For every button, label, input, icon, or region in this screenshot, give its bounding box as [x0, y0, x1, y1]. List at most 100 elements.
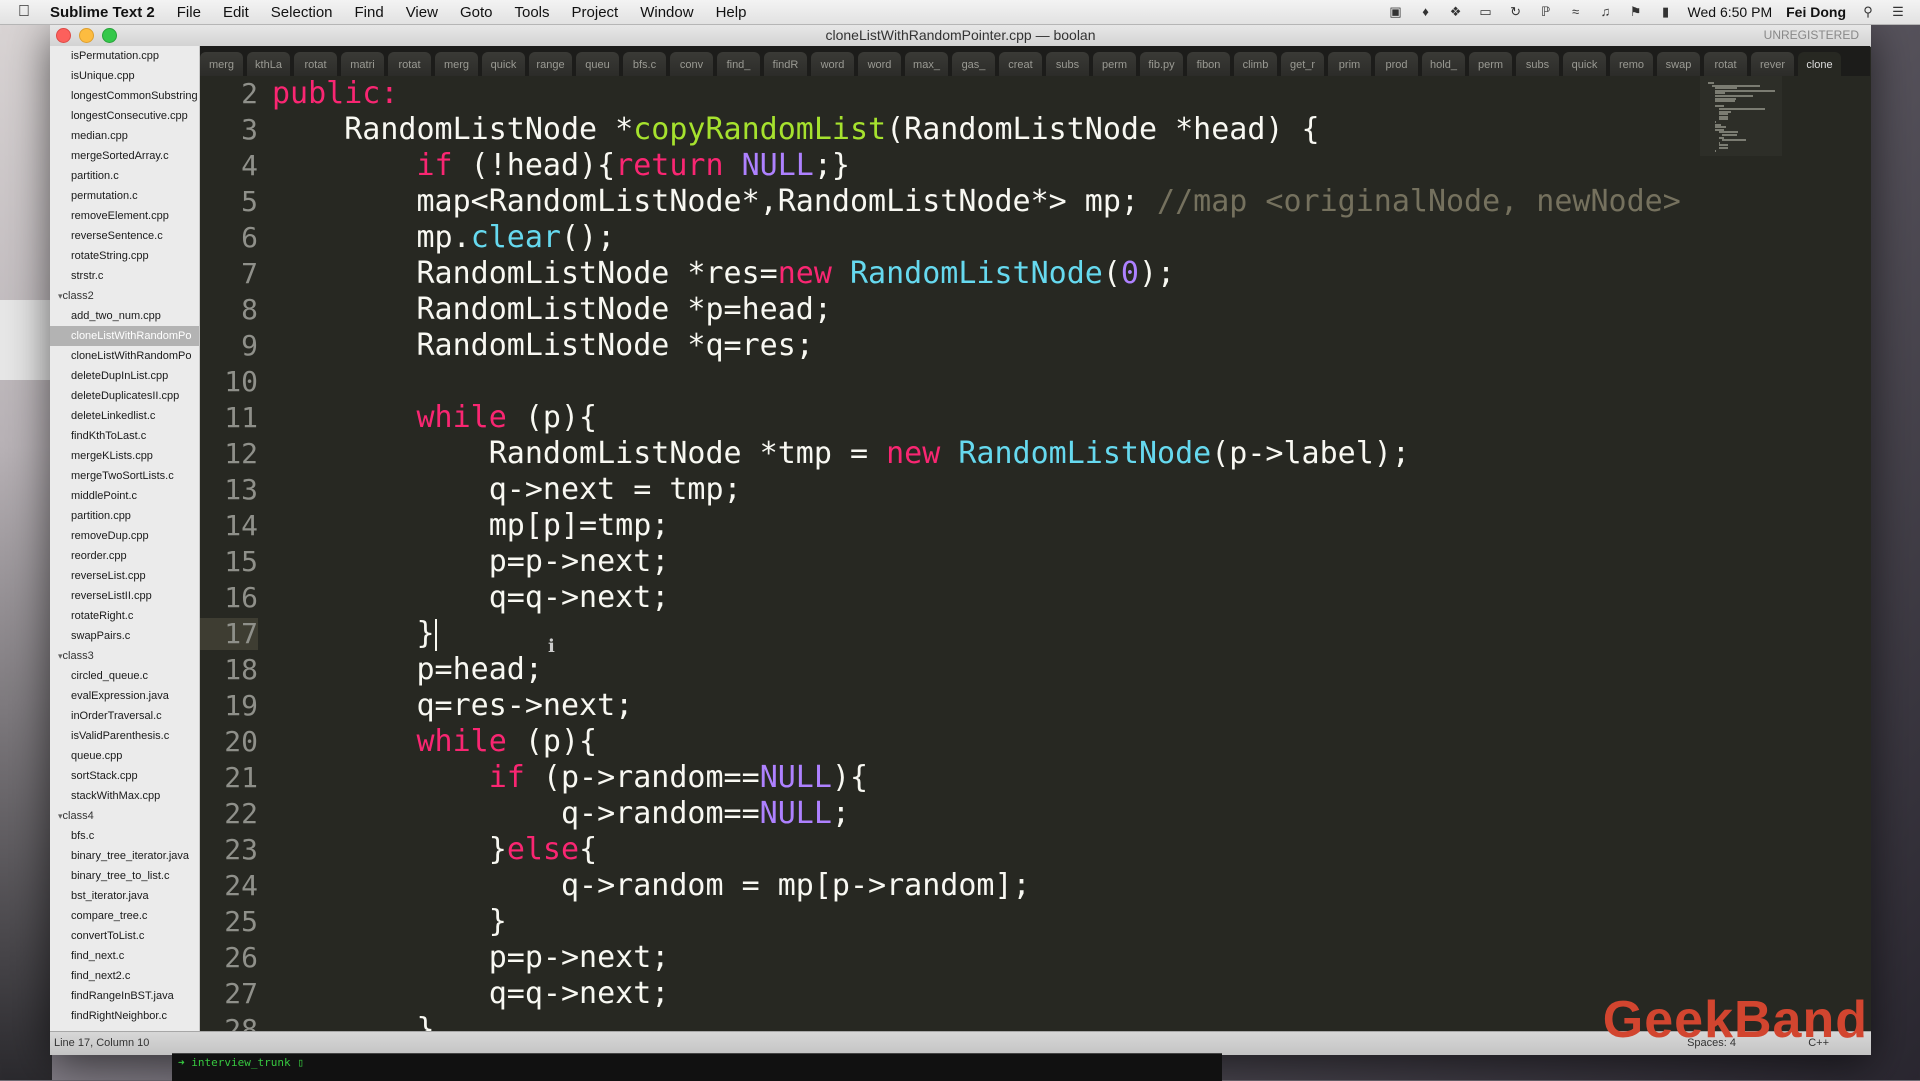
line-number[interactable]: 11: [200, 400, 258, 436]
sidebar-file[interactable]: partition.cpp: [50, 506, 199, 526]
file-tab[interactable]: prod: [1375, 52, 1418, 76]
code-line[interactable]: mp.clear();: [272, 220, 615, 256]
code-line[interactable]: RandomListNode *p=head;: [272, 292, 831, 328]
user-name[interactable]: Fei Dong: [1786, 4, 1846, 20]
code-line[interactable]: while (p){: [272, 400, 598, 436]
airplay-icon[interactable]: ▭: [1478, 5, 1494, 19]
file-tab[interactable]: rotat: [1704, 52, 1747, 76]
file-tab[interactable]: word: [858, 52, 901, 76]
sidebar-file[interactable]: isValidParenthesis.c: [50, 726, 199, 746]
sidebar-file[interactable]: partition.c: [50, 166, 199, 186]
sidebar-file[interactable]: inOrderTraversal.c: [50, 706, 199, 726]
sidebar-file[interactable]: longestCommonSubstring: [50, 86, 199, 106]
file-tab[interactable]: kthLa: [247, 52, 290, 76]
sidebar-file[interactable]: isPermutation.cpp: [50, 46, 199, 66]
sidebar-file[interactable]: permutation.c: [50, 186, 199, 206]
menu-view[interactable]: View: [406, 4, 438, 21]
line-number[interactable]: 10: [200, 364, 258, 400]
sidebar-file[interactable]: circled_queue.c: [50, 666, 199, 686]
line-number[interactable]: 21: [200, 760, 258, 796]
line-number[interactable]: 12: [200, 436, 258, 472]
menu-find[interactable]: Find: [355, 4, 384, 21]
line-number[interactable]: 6: [200, 220, 258, 256]
sidebar-file[interactable]: find_next2.c: [50, 966, 199, 986]
sidebar-file[interactable]: rotateString.cpp: [50, 246, 199, 266]
file-tab[interactable]: hold_: [1422, 52, 1465, 76]
menu-selection[interactable]: Selection: [271, 4, 333, 21]
code-line[interactable]: p=p->next;: [272, 940, 670, 976]
sidebar-folder[interactable]: class4: [50, 806, 199, 826]
sidebar-file[interactable]: findRightNeighbor.c: [50, 1006, 199, 1026]
sidebar-file[interactable]: longestConsecutive.cpp: [50, 106, 199, 126]
code-line[interactable]: RandomListNode *q=res;: [272, 328, 813, 364]
line-number[interactable]: 22: [200, 796, 258, 832]
sidebar-file[interactable]: reverseListII.cpp: [50, 586, 199, 606]
dropbox-icon[interactable]: ❖: [1448, 5, 1464, 19]
sidebar-file[interactable]: sortStack.cpp: [50, 766, 199, 786]
code-line[interactable]: RandomListNode *res=new RandomListNode(0…: [272, 256, 1175, 292]
file-tab[interactable]: queu: [576, 52, 619, 76]
code-line[interactable]: p=p->next;: [272, 544, 670, 580]
file-tab[interactable]: rotat: [294, 52, 337, 76]
line-number[interactable]: 9: [200, 328, 258, 364]
file-tab[interactable]: perm: [1469, 52, 1512, 76]
code-line[interactable]: RandomListNode *tmp = new RandomListNode…: [272, 436, 1410, 472]
sidebar-file[interactable]: bst_iterator.java: [50, 886, 199, 906]
bluetooth-icon[interactable]: ℙ: [1538, 5, 1554, 19]
file-tab[interactable]: findR: [764, 52, 807, 76]
line-number[interactable]: 23: [200, 832, 258, 868]
sidebar-file[interactable]: cloneListWithRandomPo: [50, 346, 199, 366]
code-line[interactable]: q=q->next;: [272, 976, 670, 1012]
sidebar-file[interactable]: findRangeInBST.java: [50, 986, 199, 1006]
file-tab[interactable]: rever: [1751, 52, 1794, 76]
sidebar-file[interactable]: deleteLinkedlist.c: [50, 406, 199, 426]
code-line[interactable]: q=q->next;: [272, 580, 670, 616]
file-tab[interactable]: clone: [1798, 52, 1841, 76]
line-number[interactable]: 18: [200, 652, 258, 688]
sidebar-file[interactable]: rotateRight.c: [50, 606, 199, 626]
file-tab[interactable]: max_: [905, 52, 948, 76]
sidebar-folder[interactable]: class2: [50, 286, 199, 306]
code-line[interactable]: if (!head){return NULL;}: [272, 148, 851, 184]
menu-file[interactable]: File: [177, 4, 201, 21]
sidebar-file[interactable]: removeElement.cpp: [50, 206, 199, 226]
code-line[interactable]: q->next = tmp;: [272, 472, 742, 508]
sidebar-file[interactable]: reorder.cpp: [50, 546, 199, 566]
sidebar-file[interactable]: median.cpp: [50, 126, 199, 146]
code-line[interactable]: }: [272, 1012, 434, 1031]
line-number[interactable]: 28: [200, 1012, 258, 1031]
sidebar-file[interactable]: strstr.c: [50, 266, 199, 286]
line-number[interactable]: 24: [200, 868, 258, 904]
sidebar-folder[interactable]: class3: [50, 646, 199, 666]
code-line[interactable]: if (p->random==NULL){: [272, 760, 868, 796]
line-number[interactable]: 17: [200, 616, 258, 652]
camera-icon[interactable]: ▣: [1388, 5, 1404, 19]
file-tab[interactable]: subs: [1516, 52, 1559, 76]
code-line[interactable]: public:: [272, 76, 398, 112]
file-tab[interactable]: word: [811, 52, 854, 76]
sidebar-file[interactable]: queue.cpp: [50, 746, 199, 766]
file-tab[interactable]: subs: [1046, 52, 1089, 76]
code-line[interactable]: q->random==NULL;: [272, 796, 850, 832]
code-line[interactable]: }: [272, 616, 437, 652]
line-number[interactable]: 2: [200, 76, 258, 112]
code-line[interactable]: q=res->next;: [272, 688, 633, 724]
file-tab[interactable]: bfs.c: [623, 52, 666, 76]
clock[interactable]: Wed 6:50 PM: [1688, 4, 1773, 20]
code-line[interactable]: map<RandomListNode*,RandomListNode*> mp;…: [272, 184, 1680, 220]
code-line[interactable]: RandomListNode *copyRandomList(RandomLis…: [272, 112, 1319, 148]
sidebar-file[interactable]: findKthToLast.c: [50, 426, 199, 446]
menu-goto[interactable]: Goto: [460, 4, 493, 21]
line-number[interactable]: 16: [200, 580, 258, 616]
code-line[interactable]: }: [272, 904, 507, 940]
time-machine-icon[interactable]: ↻: [1508, 5, 1524, 19]
line-number[interactable]: 15: [200, 544, 258, 580]
apple-icon[interactable]: : [18, 3, 44, 21]
battery-icon[interactable]: ▮: [1658, 5, 1674, 19]
line-number[interactable]: 19: [200, 688, 258, 724]
sidebar-file[interactable]: convertToList.c: [50, 926, 199, 946]
file-tab[interactable]: gas_: [952, 52, 995, 76]
file-tab[interactable]: range: [529, 52, 572, 76]
file-tab[interactable]: prim: [1328, 52, 1371, 76]
sidebar-file[interactable]: deleteDuplicatesII.cpp: [50, 386, 199, 406]
